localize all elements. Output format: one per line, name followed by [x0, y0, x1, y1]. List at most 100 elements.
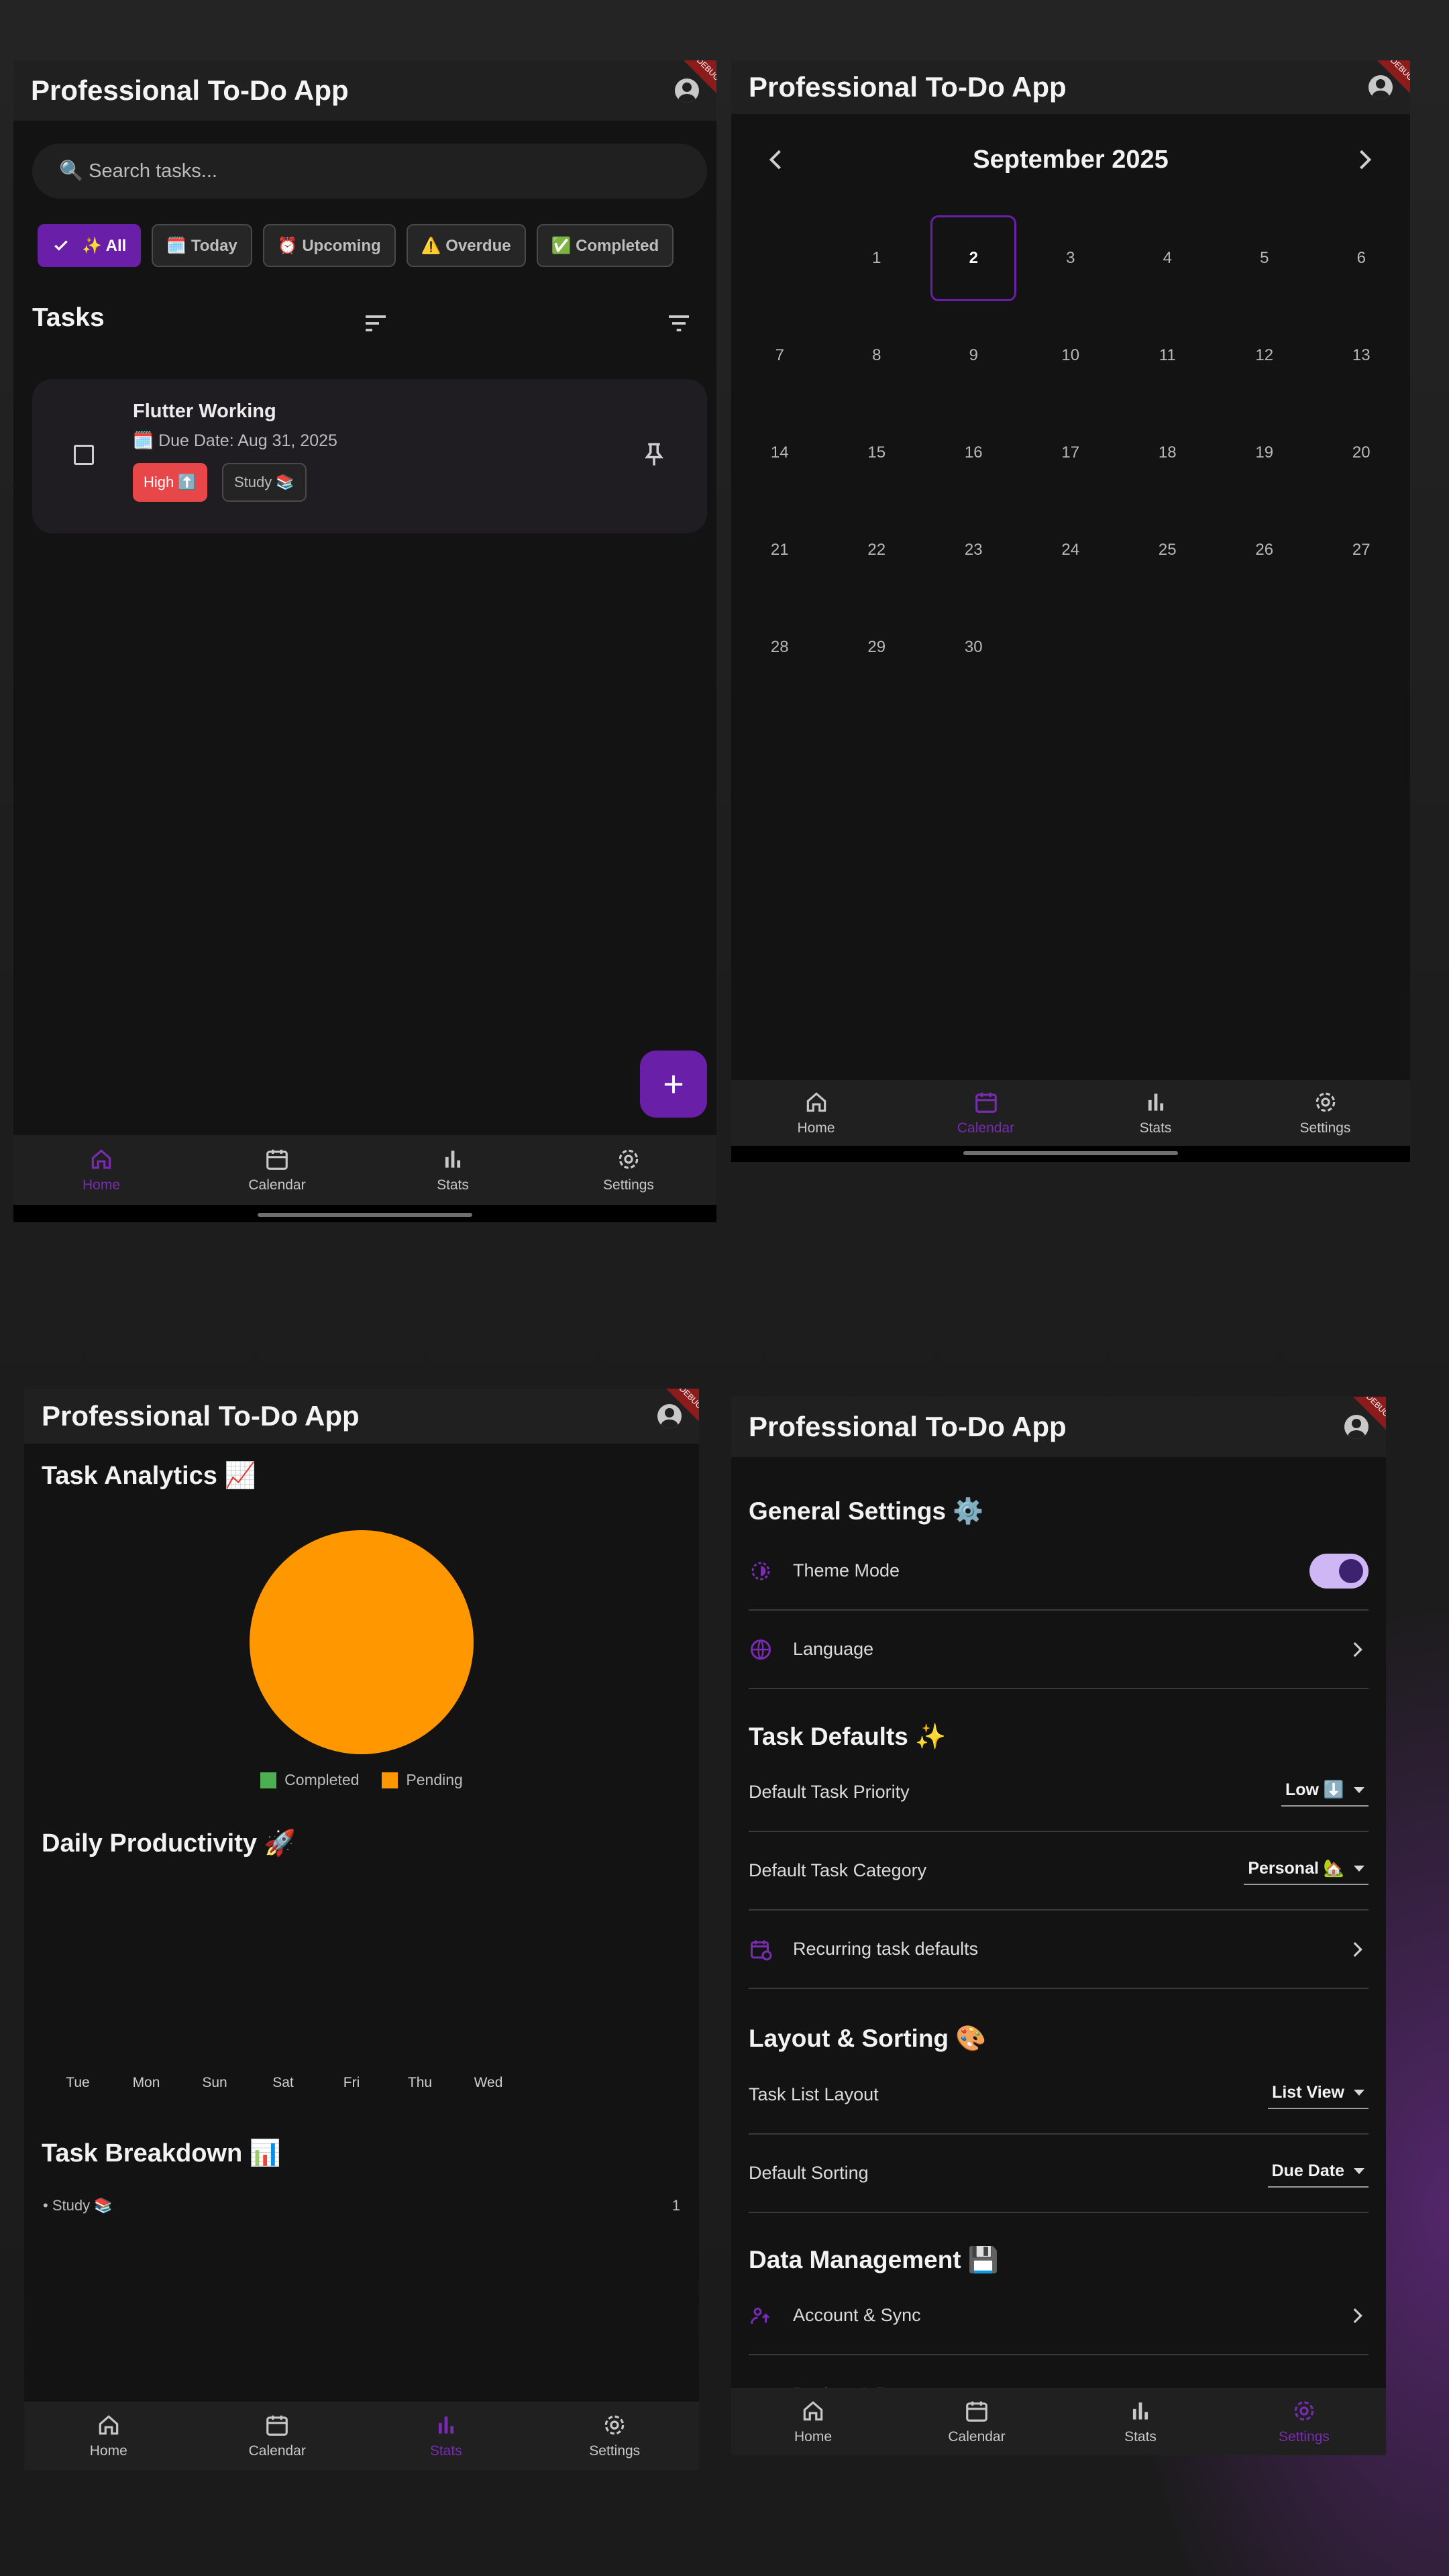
- calendar-day-number: 18: [1158, 443, 1177, 462]
- nav-settings[interactable]: Settings: [541, 1135, 716, 1205]
- filter-chip-overdue[interactable]: ⚠️ Overdue: [406, 224, 526, 267]
- calendar-day[interactable]: 21: [731, 501, 828, 598]
- calendar-day[interactable]: 29: [828, 598, 926, 696]
- calendar-day[interactable]: 5: [1216, 209, 1313, 307]
- theme-toggle[interactable]: [1309, 1553, 1368, 1589]
- filter-icon[interactable]: [665, 310, 692, 337]
- nav-settings[interactable]: Settings: [1240, 1080, 1410, 1146]
- default-priority-label: Default Task Priority: [749, 1782, 910, 1802]
- language-row[interactable]: Language: [749, 1611, 1368, 1689]
- nav-settings-label: Settings: [589, 2443, 641, 2459]
- calendar-day[interactable]: 22: [828, 501, 926, 598]
- calendar-day[interactable]: 30: [925, 598, 1022, 696]
- pie-slice-pending: [250, 1530, 474, 1754]
- calendar-day[interactable]: 2: [925, 209, 1022, 307]
- priority-dropdown[interactable]: Low ⬇️: [1281, 1778, 1368, 1807]
- nav-stats[interactable]: Stats: [365, 1135, 541, 1205]
- add-task-button[interactable]: +: [640, 1051, 707, 1118]
- day-tick-label: Wed: [474, 2075, 503, 2090]
- calendar-day[interactable]: 10: [1022, 307, 1120, 404]
- theme-mode-row[interactable]: Theme Mode: [749, 1532, 1368, 1611]
- account-sync-row[interactable]: Account & Sync: [749, 2277, 1368, 2355]
- calendar-day[interactable]: 3: [1022, 209, 1120, 307]
- nav-settings[interactable]: Settings: [1222, 2388, 1386, 2455]
- calendar-day-number: 22: [867, 540, 886, 559]
- task-checkbox[interactable]: [74, 445, 94, 465]
- nav-calendar[interactable]: Calendar: [901, 1080, 1071, 1146]
- nav-stats[interactable]: Stats: [1059, 2388, 1222, 2455]
- calendar-icon: [975, 1092, 997, 1113]
- nav-home[interactable]: Home: [24, 2402, 193, 2470]
- calendar-day[interactable]: 8: [828, 307, 926, 404]
- nav-stats[interactable]: Stats: [362, 2402, 531, 2470]
- profile-icon[interactable]: [675, 78, 699, 103]
- calendar-day[interactable]: 4: [1119, 209, 1216, 307]
- calendar-day[interactable]: 20: [1313, 404, 1410, 501]
- calendar-day[interactable]: 16: [925, 404, 1022, 501]
- profile-icon[interactable]: [657, 1404, 682, 1428]
- calendar-day-number: 9: [969, 345, 978, 364]
- filter-chip-all[interactable]: ✨ All: [38, 224, 142, 267]
- task-due-date: 🗓️ Due Date: Aug 31, 2025: [133, 431, 337, 450]
- calendar-day[interactable]: 17: [1022, 404, 1120, 501]
- legend-item-completed: Completed: [260, 1771, 359, 1789]
- nav-calendar[interactable]: Calendar: [193, 2402, 362, 2470]
- gear-icon: [619, 1149, 639, 1169]
- chevron-right-icon[interactable]: [1350, 145, 1379, 174]
- calendar-day[interactable]: 1: [828, 209, 926, 307]
- nav-stats[interactable]: Stats: [1071, 1080, 1240, 1146]
- task-list-layout-row: Task List Layout List View: [749, 2056, 1368, 2135]
- calendar-day[interactable]: 26: [1216, 501, 1313, 598]
- nav-calendar[interactable]: Calendar: [189, 1135, 365, 1205]
- nav-calendar[interactable]: Calendar: [895, 2388, 1059, 2455]
- pin-icon[interactable]: [640, 441, 668, 469]
- profile-icon[interactable]: [1344, 1415, 1368, 1439]
- sorting-dropdown[interactable]: Due Date: [1267, 2159, 1368, 2188]
- calendar-day[interactable]: 12: [1216, 307, 1313, 404]
- calendar-day-number: 26: [1255, 540, 1274, 559]
- nav-home[interactable]: Home: [13, 1135, 189, 1205]
- nav-settings[interactable]: Settings: [531, 2402, 700, 2470]
- filter-chip-today[interactable]: 🗓️ Today: [152, 224, 252, 267]
- calendar-icon: [266, 2415, 288, 2436]
- search-input[interactable]: 🔍 Search tasks...: [32, 144, 707, 199]
- month-title: September 2025: [973, 145, 1169, 174]
- pie-legend: Completed Pending: [24, 1771, 699, 1789]
- sort-icon[interactable]: [362, 310, 389, 337]
- calendar-day[interactable]: 19: [1216, 404, 1313, 501]
- layout-dropdown[interactable]: List View: [1268, 2080, 1368, 2109]
- nav-home[interactable]: Home: [731, 2388, 895, 2455]
- stats-screen: Professional To-Do App DEBUG Task Analyt…: [24, 1389, 699, 2470]
- gear-icon: [605, 2415, 625, 2435]
- priority-tag: High ⬆️: [133, 463, 207, 502]
- general-settings-heading: General Settings ⚙️: [749, 1497, 984, 1525]
- calendar-day[interactable]: 11: [1119, 307, 1216, 404]
- bottom-nav: Home Calendar Stats Settings: [731, 2388, 1386, 2455]
- calendar-day[interactable]: 13: [1313, 307, 1410, 404]
- calendar-day[interactable]: 7: [731, 307, 828, 404]
- calendar-day[interactable]: 28: [731, 598, 828, 696]
- brightness-icon: [751, 1562, 770, 1580]
- nav-home[interactable]: Home: [731, 1080, 901, 1146]
- category-dropdown[interactable]: Personal 🏡: [1244, 1856, 1368, 1885]
- legend-swatch: [260, 1772, 277, 1788]
- profile-icon[interactable]: [1368, 75, 1393, 99]
- nav-stats-label: Stats: [1139, 1120, 1172, 1136]
- calendar-day[interactable]: 14: [731, 404, 828, 501]
- chevron-right-icon: [1353, 2308, 1362, 2323]
- legend-label: Pending: [406, 1771, 463, 1788]
- calendar-day[interactable]: 27: [1313, 501, 1410, 598]
- calendar-day[interactable]: 6: [1313, 209, 1410, 307]
- calendar-day[interactable]: 15: [828, 404, 926, 501]
- legend-item-pending: Pending: [382, 1771, 463, 1789]
- calendar-day[interactable]: 23: [925, 501, 1022, 598]
- filter-chip-upcoming[interactable]: ⏰ Upcoming: [262, 224, 396, 267]
- task-card[interactable]: Flutter Working 🗓️ Due Date: Aug 31, 202…: [32, 379, 707, 533]
- calendar-day[interactable]: 24: [1022, 501, 1120, 598]
- recurring-defaults-row[interactable]: Recurring task defaults: [749, 1911, 1368, 1989]
- calendar-day[interactable]: 18: [1119, 404, 1216, 501]
- calendar-day[interactable]: 9: [925, 307, 1022, 404]
- chevron-right-icon: [1353, 1941, 1362, 1957]
- filter-chip-completed[interactable]: ✅ Completed: [536, 224, 674, 267]
- calendar-day[interactable]: 25: [1119, 501, 1216, 598]
